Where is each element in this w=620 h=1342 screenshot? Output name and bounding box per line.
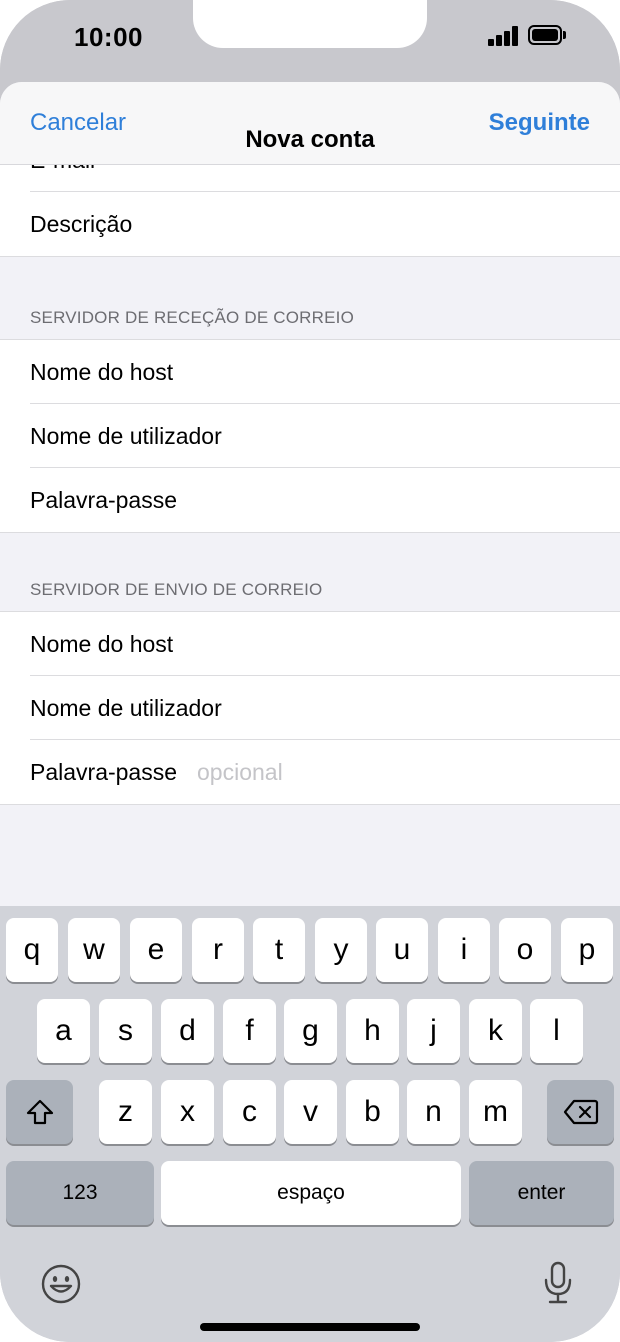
key-w[interactable]: w bbox=[68, 918, 120, 982]
new-account-sheet: Cancelar Nova conta Seguinte E-mail Desc… bbox=[0, 82, 620, 908]
outgoing-server-group: Nome do host Nome de utilizador Palavra-… bbox=[0, 611, 620, 805]
outgoing-hostname-row[interactable]: Nome do host bbox=[0, 612, 620, 676]
status-time: 10:00 bbox=[74, 22, 143, 52]
key-x[interactable]: x bbox=[161, 1080, 214, 1144]
incoming-server-group: Nome do host Nome de utilizador Palavra-… bbox=[0, 339, 620, 533]
status-bar: 10:00 bbox=[0, 0, 620, 82]
key-f[interactable]: f bbox=[223, 999, 276, 1063]
outgoing-password-row[interactable]: Palavra-passe opcional bbox=[0, 740, 620, 804]
incoming-hostname-row[interactable]: Nome do host bbox=[0, 340, 620, 404]
key-t[interactable]: t bbox=[253, 918, 305, 982]
microphone-icon bbox=[544, 1261, 572, 1304]
enter-key[interactable]: enter bbox=[469, 1161, 614, 1225]
key-s[interactable]: s bbox=[99, 999, 152, 1063]
key-g[interactable]: g bbox=[284, 999, 337, 1063]
shift-key[interactable] bbox=[6, 1080, 73, 1144]
notch bbox=[193, 0, 427, 48]
key-k[interactable]: k bbox=[469, 999, 522, 1063]
incoming-username-label: Nome de utilizador bbox=[30, 423, 222, 449]
key-j[interactable]: j bbox=[407, 999, 460, 1063]
keyboard: q w e r t y u i o p a s d f g h j k l z … bbox=[0, 906, 620, 1342]
key-y[interactable]: y bbox=[315, 918, 367, 982]
key-r[interactable]: r bbox=[192, 918, 244, 982]
key-z[interactable]: z bbox=[99, 1080, 152, 1144]
key-p[interactable]: p bbox=[561, 918, 613, 982]
key-i[interactable]: i bbox=[438, 918, 490, 982]
navigation-bar: Cancelar Nova conta Seguinte bbox=[0, 82, 620, 165]
dictation-button[interactable] bbox=[541, 1260, 575, 1306]
outgoing-password-label: Palavra-passe bbox=[30, 759, 178, 785]
key-d[interactable]: d bbox=[161, 999, 214, 1063]
key-e[interactable]: e bbox=[130, 918, 182, 982]
description-label: Descrição bbox=[30, 211, 133, 237]
key-u[interactable]: u bbox=[376, 918, 428, 982]
cellular-signal-icon bbox=[488, 26, 520, 46]
outgoing-username-row[interactable]: Nome de utilizador bbox=[0, 676, 620, 740]
outgoing-server-header: SERVIDOR DE ENVIO DE CORREIO bbox=[30, 580, 323, 599]
outgoing-username-label: Nome de utilizador bbox=[30, 695, 222, 721]
key-b[interactable]: b bbox=[346, 1080, 399, 1144]
key-c[interactable]: c bbox=[223, 1080, 276, 1144]
incoming-username-row[interactable]: Nome de utilizador bbox=[0, 404, 620, 468]
outgoing-password-input[interactable]: opcional bbox=[197, 759, 283, 786]
emoji-button[interactable] bbox=[40, 1263, 82, 1305]
key-n[interactable]: n bbox=[407, 1080, 460, 1144]
key-v[interactable]: v bbox=[284, 1080, 337, 1144]
shift-icon bbox=[26, 1099, 53, 1125]
outgoing-hostname-label: Nome do host bbox=[30, 631, 174, 657]
key-o[interactable]: o bbox=[499, 918, 551, 982]
incoming-password-label: Palavra-passe bbox=[30, 487, 178, 513]
key-l[interactable]: l bbox=[530, 999, 583, 1063]
home-indicator[interactable] bbox=[200, 1323, 420, 1331]
key-m[interactable]: m bbox=[469, 1080, 522, 1144]
key-h[interactable]: h bbox=[346, 999, 399, 1063]
emoji-icon bbox=[41, 1264, 81, 1304]
incoming-hostname-label: Nome do host bbox=[30, 359, 174, 385]
key-a[interactable]: a bbox=[37, 999, 90, 1063]
numbers-key[interactable]: 123 bbox=[6, 1161, 154, 1225]
space-key[interactable]: espaço bbox=[161, 1161, 461, 1225]
key-q[interactable]: q bbox=[6, 918, 58, 982]
description-row[interactable]: Descrição bbox=[0, 192, 620, 256]
delete-key[interactable] bbox=[547, 1080, 614, 1144]
incoming-password-row[interactable]: Palavra-passe bbox=[0, 468, 620, 532]
phone-screen: 10:00 Cancelar Nova conta Seguinte E-mai… bbox=[0, 0, 620, 1342]
delete-icon bbox=[563, 1099, 598, 1125]
battery-icon bbox=[528, 25, 566, 45]
next-button[interactable]: Seguinte bbox=[489, 109, 590, 137]
incoming-server-header: SERVIDOR DE RECEÇÃO DE CORREIO bbox=[30, 308, 355, 327]
